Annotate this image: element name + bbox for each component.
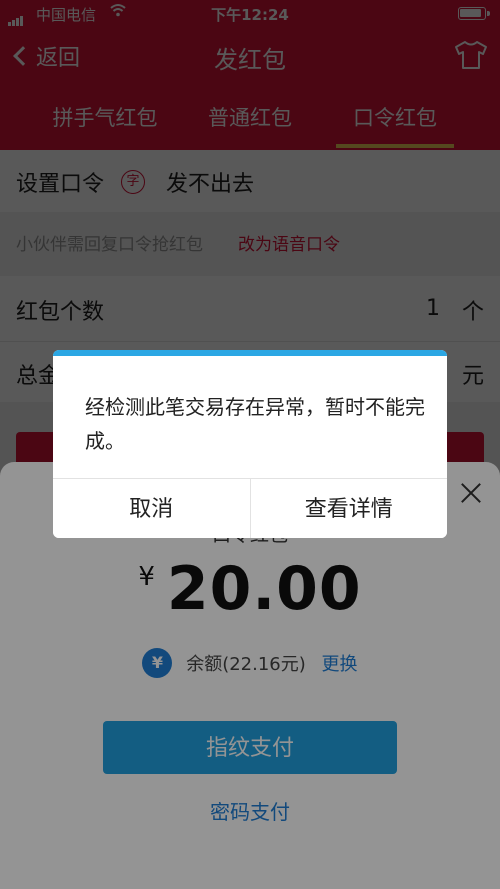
- alert-dialog: 经检测此笔交易存在异常，暂时不能完成。 取消 查看详情: [53, 350, 447, 538]
- dialog-accent-bar: [53, 350, 447, 356]
- dialog-message: 经检测此笔交易存在异常，暂时不能完成。: [85, 395, 425, 453]
- dialog-buttons: 取消 查看详情: [53, 478, 447, 538]
- view-details-button[interactable]: 查看详情: [249, 479, 447, 538]
- cancel-button[interactable]: 取消: [53, 479, 250, 538]
